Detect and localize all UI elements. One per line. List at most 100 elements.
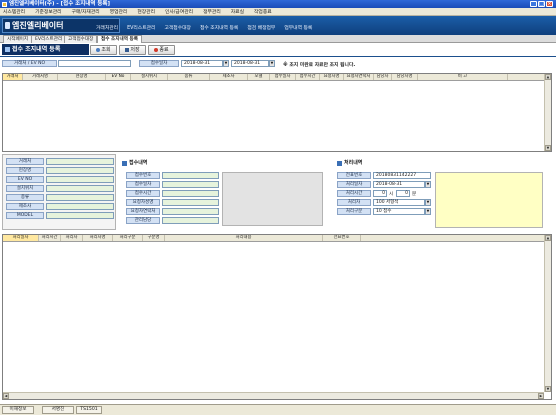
col-client-name[interactable]: 거래처명: [23, 74, 58, 80]
window-title: 엠진엘리베이터(주) - [접수 조지내역 등록]: [9, 1, 110, 7]
tab-ev-list[interactable]: EV리스트관리: [31, 35, 67, 43]
tab-receipt-process[interactable]: 접수 조지내역 등록: [97, 35, 143, 43]
date-from-input[interactable]: 2018-08-31: [181, 60, 223, 67]
manufacturer-label: 제조사: [6, 203, 44, 210]
process-minute-input[interactable]: 0: [396, 190, 410, 197]
process-section-title: 처리내역: [337, 160, 362, 167]
col-process-time[interactable]: 처리시간: [39, 235, 61, 241]
menu-system[interactable]: 시스템관리: [3, 8, 25, 15]
process-grid-vscroll[interactable]: ▲ ▼: [544, 235, 551, 392]
menu-purchase[interactable]: 구매/자재관리: [72, 8, 100, 15]
col-process-type[interactable]: 처리구분: [113, 235, 143, 241]
handler-dropdown[interactable]: ▼: [425, 199, 431, 206]
manager-label: 관리담당: [126, 217, 160, 224]
window-title-bar: 엠진엘리베이터(주) - [접수 조지내역 등록]: [0, 0, 556, 8]
menu-sales[interactable]: 영업관리: [110, 8, 128, 15]
tab-customer-receipt[interactable]: 고객접수대장: [64, 35, 98, 43]
close-button-label: 종료: [159, 47, 169, 53]
top-nav: 거래처관리 EV리스트관리 고객접수대장 접수 조지내역 등록 점검 배정업무 …: [96, 24, 321, 31]
col-handler-name[interactable]: 처리자명: [83, 235, 113, 241]
col-install-location[interactable]: 설치위치: [131, 74, 168, 80]
process-type-select[interactable]: 10 접수: [373, 208, 425, 215]
date-to-input[interactable]: 2018-08-31: [231, 60, 269, 67]
col-site-name[interactable]: 현장명: [58, 74, 106, 80]
topnav-customer-receipt[interactable]: 고객접수대장: [164, 24, 190, 31]
menu-basedata[interactable]: 기준정보관리: [35, 8, 61, 15]
install-location-label: 설치위치: [6, 185, 44, 192]
date-to-dropdown[interactable]: ▼: [269, 60, 275, 67]
process-type-dropdown[interactable]: ▼: [425, 208, 431, 215]
topnav-ev-list[interactable]: EV리스트관리: [127, 24, 155, 31]
process-section-text: 처리내역: [344, 160, 363, 166]
save-button[interactable]: 저장: [119, 45, 146, 55]
col-process-content[interactable]: 처리내용: [165, 235, 323, 241]
scroll-down-arrow[interactable]: ▼: [545, 145, 551, 151]
date-from-dropdown[interactable]: ▼: [223, 60, 229, 67]
receipt-grid-header: 거래처 거래처명 현장명 EV No 설치위치 종류 제조사 모델 접수일자 접…: [3, 74, 551, 81]
col-type-name[interactable]: 구분명: [143, 235, 165, 241]
client-filter-input[interactable]: [58, 60, 131, 67]
model-label: MODEL: [6, 212, 44, 219]
col-requester[interactable]: 요청자명: [320, 74, 344, 80]
col-process-date[interactable]: 처리일자: [3, 235, 39, 241]
search-icon: [96, 48, 101, 52]
process-date-input[interactable]: 2018-08-31: [373, 181, 425, 188]
menu-gov[interactable]: 정부관리: [203, 8, 221, 15]
topnav-inspection-assign[interactable]: 점검 배정업무: [247, 24, 275, 31]
scroll-left-arrow[interactable]: ◀: [3, 393, 9, 399]
process-content-textarea[interactable]: [435, 172, 543, 228]
handler-select[interactable]: 100 서형석: [373, 199, 425, 206]
process-date-dropdown[interactable]: ▼: [425, 181, 431, 188]
slip-no-input[interactable]: 20180831142227: [373, 172, 431, 179]
date-filter-label: 접수일자: [139, 60, 179, 67]
slip-no-label: 전표번호: [337, 172, 371, 179]
col-slip-no[interactable]: 전표번호: [323, 235, 361, 241]
receipt-grid-vscroll[interactable]: ▲ ▼: [544, 74, 551, 151]
close-window-button[interactable]: ×: [546, 1, 553, 7]
topnav-work-log[interactable]: 업무내역 등록: [284, 24, 312, 31]
col-receipt-date[interactable]: 접수일자: [270, 74, 296, 80]
process-hour-input[interactable]: 0: [373, 190, 387, 197]
scroll-up-arrow[interactable]: ▲: [545, 74, 551, 80]
receipt-no-field: [162, 172, 219, 179]
menu-exit[interactable]: 작업종료: [254, 8, 272, 15]
process-section-icon: [337, 161, 342, 166]
close-button[interactable]: 종료: [148, 45, 175, 55]
tab-start[interactable]: 시작페이지: [3, 35, 33, 43]
topnav-receipt-process[interactable]: 접수 조지내역 등록: [200, 24, 238, 31]
status-bar: 이해정보 서명진 TS1501: [0, 404, 556, 415]
col-ev-no[interactable]: EV No: [106, 74, 131, 80]
form-title: 접수 조지내역 등록: [2, 44, 89, 55]
receipt-no-label: 접수번호: [126, 172, 160, 179]
menu-archive[interactable]: 자료실: [231, 8, 244, 15]
manager-field: [162, 217, 219, 224]
maximize-button[interactable]: □: [538, 1, 545, 7]
col-remarks[interactable]: 비 고: [418, 74, 508, 80]
col-manufacturer[interactable]: 제조사: [210, 74, 248, 80]
receipt-grid[interactable]: 거래처 거래처명 현장명 EV No 설치위치 종류 제조사 모델 접수일자 접…: [2, 73, 552, 152]
search-button[interactable]: 조회: [90, 45, 117, 55]
status-terminal: TS1501: [76, 406, 102, 414]
scroll-down-arrow[interactable]: ▼: [545, 386, 551, 392]
process-grid-hscroll[interactable]: ◀ ▶: [3, 392, 544, 399]
menu-site[interactable]: 현장관리: [137, 8, 155, 15]
type-label: 종류: [6, 194, 44, 201]
scroll-up-arrow[interactable]: ▲: [545, 235, 551, 241]
col-model[interactable]: 모델: [248, 74, 270, 80]
col-manager-name[interactable]: 담당자명: [392, 74, 418, 80]
site-name-label: 현장명: [6, 167, 44, 174]
col-requester-phone[interactable]: 요청자연락처: [344, 74, 374, 80]
col-client[interactable]: 거래처: [3, 74, 23, 80]
type-field: [46, 194, 114, 201]
col-manager[interactable]: 담당자: [374, 74, 392, 80]
process-history-grid[interactable]: 처리일자 처리시간 처리자 처리자명 처리구분 구분명 처리내용 전표번호 ▲ …: [2, 234, 552, 400]
minimize-button[interactable]: _: [530, 1, 537, 7]
receipt-date-field: [162, 181, 219, 188]
menu-hr[interactable]: 인사/급여관리: [165, 8, 193, 15]
col-type[interactable]: 종류: [168, 74, 210, 80]
scroll-right-arrow[interactable]: ▶: [538, 393, 544, 399]
col-receipt-time[interactable]: 접수시간: [296, 74, 320, 80]
col-handler[interactable]: 처리자: [61, 235, 83, 241]
receipt-date-label: 접수일자: [126, 181, 160, 188]
topnav-clients[interactable]: 거래처관리: [96, 24, 118, 31]
